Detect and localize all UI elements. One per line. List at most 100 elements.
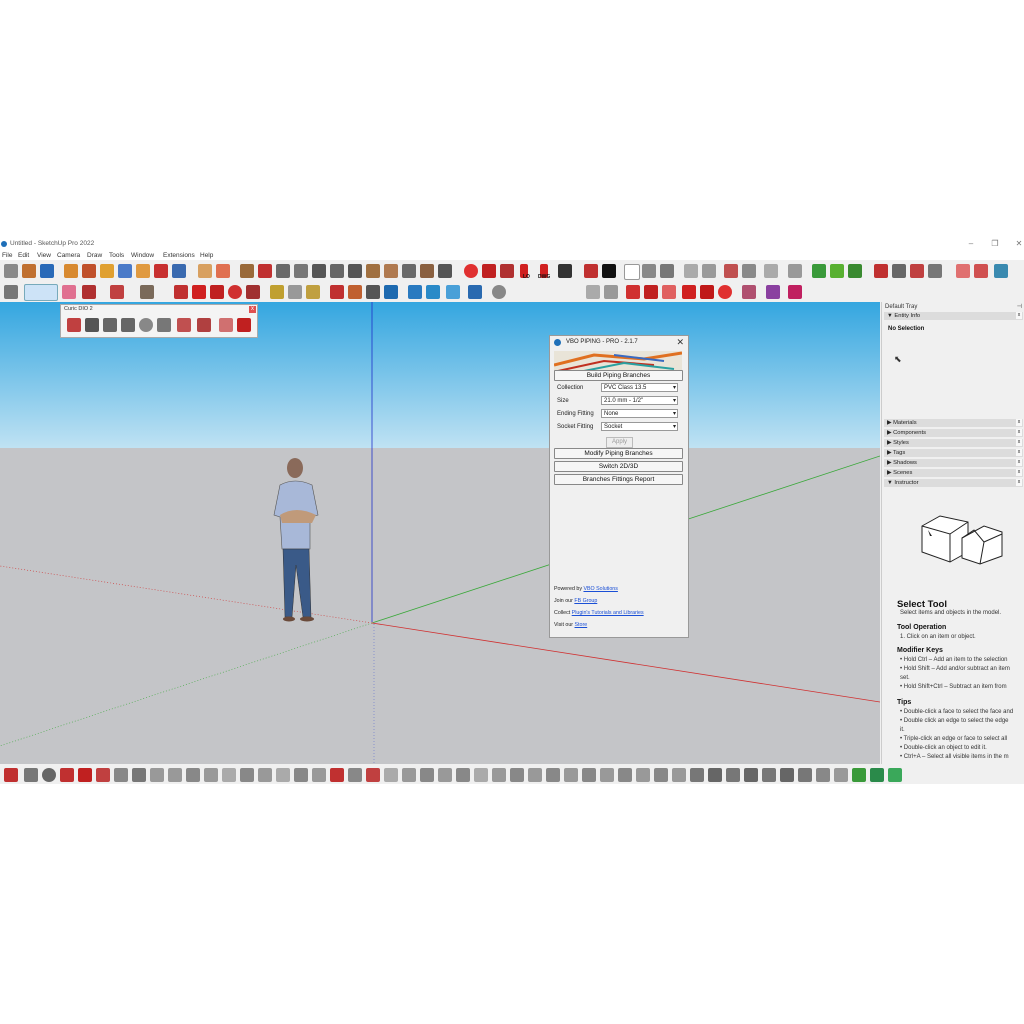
square-red-icon[interactable] xyxy=(682,285,696,299)
rotate-icon[interactable] xyxy=(40,264,54,278)
bridge-icon[interactable] xyxy=(150,768,164,782)
dimension-icon[interactable] xyxy=(22,264,36,278)
extrude-icon[interactable] xyxy=(246,285,260,299)
tape-measure-icon[interactable] xyxy=(270,285,284,299)
export-icon[interactable] xyxy=(438,264,452,278)
dome-icon[interactable] xyxy=(348,768,362,782)
close-panel-icon[interactable]: x xyxy=(1016,312,1022,319)
globe-icon[interactable] xyxy=(500,264,514,278)
lines-icon[interactable] xyxy=(762,768,776,782)
close-panel-icon[interactable]: x xyxy=(1016,469,1022,476)
switch-2d-3d-button[interactable]: Switch 2D/3D xyxy=(554,461,683,472)
wireframe-icon[interactable] xyxy=(624,264,640,280)
pointer-icon[interactable] xyxy=(177,318,191,332)
menu-view[interactable]: View xyxy=(37,252,51,259)
box-icon[interactable] xyxy=(420,264,434,278)
column-icon[interactable] xyxy=(510,768,524,782)
vbo-solutions-link[interactable]: VBO Solutions xyxy=(583,586,617,592)
menu-tools[interactable]: Tools xyxy=(109,252,124,259)
download-icon[interactable] xyxy=(258,264,272,278)
stripe-icon[interactable] xyxy=(690,768,704,782)
undo-red-icon[interactable] xyxy=(718,285,732,299)
apply-button[interactable]: Apply xyxy=(606,437,633,448)
circle-arc-icon[interactable] xyxy=(42,768,56,782)
paint-bucket-icon[interactable] xyxy=(82,264,96,278)
stair-bottom-icon[interactable] xyxy=(456,768,470,782)
shadow-icon[interactable] xyxy=(602,264,616,278)
green-tool-icon[interactable] xyxy=(852,768,866,782)
layers-icon[interactable] xyxy=(742,285,756,299)
geo-icon[interactable] xyxy=(408,285,422,299)
rectangle-icon[interactable] xyxy=(85,318,99,332)
pattern-icon[interactable] xyxy=(636,768,650,782)
panel-red-icon[interactable] xyxy=(366,768,380,782)
frame-icon[interactable] xyxy=(644,285,658,299)
eraser-icon[interactable] xyxy=(64,264,78,278)
scissors-icon[interactable] xyxy=(154,264,168,278)
curve-red-icon[interactable] xyxy=(330,768,344,782)
line-icon[interactable] xyxy=(312,264,326,278)
camera-icon[interactable] xyxy=(604,285,618,299)
floating-close-button[interactable]: x xyxy=(249,306,256,313)
water-icon[interactable] xyxy=(468,285,482,299)
eraser-draw-icon[interactable] xyxy=(219,318,233,332)
orbit-red-icon[interactable] xyxy=(330,285,344,299)
entity-info-header[interactable]: ▼ Entity Info x xyxy=(884,312,1023,320)
ruby-icon[interactable] xyxy=(464,264,478,278)
protractor-icon[interactable] xyxy=(306,285,320,299)
flip-icon[interactable] xyxy=(764,264,778,278)
beam-icon[interactable] xyxy=(492,768,506,782)
close-panel-icon[interactable]: x xyxy=(1016,419,1022,426)
sweep-icon[interactable] xyxy=(276,768,290,782)
frame-bottom-icon[interactable] xyxy=(582,768,596,782)
branches-fittings-report-button[interactable]: Branches Fittings Report xyxy=(554,474,683,485)
menu-edit[interactable]: Edit xyxy=(18,252,29,259)
panel-instructor[interactable]: ▼ Instructor x xyxy=(884,479,1023,487)
triangle-icon[interactable] xyxy=(384,768,398,782)
menu-help[interactable]: Help xyxy=(200,252,213,259)
move-red-icon[interactable] xyxy=(174,285,188,299)
window-icon[interactable] xyxy=(528,768,542,782)
text-icon[interactable] xyxy=(288,285,302,299)
section-icon[interactable] xyxy=(198,264,212,278)
close-panel-icon[interactable]: x xyxy=(1016,439,1022,446)
panel-styles[interactable]: ▶ Styles x xyxy=(884,439,1023,447)
array-icon[interactable] xyxy=(618,768,632,782)
link-icon[interactable] xyxy=(132,768,146,782)
cube-purple-icon[interactable] xyxy=(766,285,780,299)
pan-icon[interactable] xyxy=(702,264,716,278)
box-red-icon[interactable] xyxy=(956,264,970,278)
build-piping-branches-button[interactable]: Build Piping Branches xyxy=(554,370,683,381)
grid-bottom-icon[interactable] xyxy=(798,768,812,782)
views-icon[interactable] xyxy=(586,285,600,299)
scale-icon[interactable] xyxy=(210,285,224,299)
tape-icon[interactable] xyxy=(136,264,150,278)
rail-icon[interactable] xyxy=(402,264,416,278)
cube-bottom-icon[interactable] xyxy=(816,768,830,782)
select-green-icon[interactable] xyxy=(812,264,826,278)
style-icon[interactable] xyxy=(584,264,598,278)
section-plane-icon[interactable] xyxy=(216,264,230,278)
slash-icon[interactable] xyxy=(662,285,676,299)
curve-icon[interactable] xyxy=(348,264,362,278)
close-window-button[interactable]: ✕ xyxy=(1008,238,1024,250)
distribute-icon[interactable] xyxy=(892,264,906,278)
fillet-icon[interactable] xyxy=(240,768,254,782)
cloud-icon[interactable] xyxy=(168,768,182,782)
wall-icon[interactable] xyxy=(402,768,416,782)
pan-hand-icon[interactable] xyxy=(348,285,362,299)
surface-icon[interactable] xyxy=(204,768,218,782)
slope-icon[interactable] xyxy=(834,768,848,782)
refresh-icon[interactable] xyxy=(788,264,802,278)
box-blue-icon[interactable] xyxy=(994,264,1008,278)
hatch-bottom-icon[interactable] xyxy=(708,768,722,782)
slab-icon[interactable] xyxy=(474,768,488,782)
select-tool-button[interactable] xyxy=(24,284,58,301)
view-iso-icon[interactable] xyxy=(742,264,756,278)
account-icon[interactable] xyxy=(492,285,506,299)
tutorials-link[interactable]: Plugin's Tutorials and Libraries xyxy=(572,610,644,616)
square-icon[interactable] xyxy=(103,318,117,332)
store-link[interactable]: Store xyxy=(575,622,588,628)
sandbox-icon[interactable] xyxy=(426,285,440,299)
stripes-icon[interactable] xyxy=(780,768,794,782)
